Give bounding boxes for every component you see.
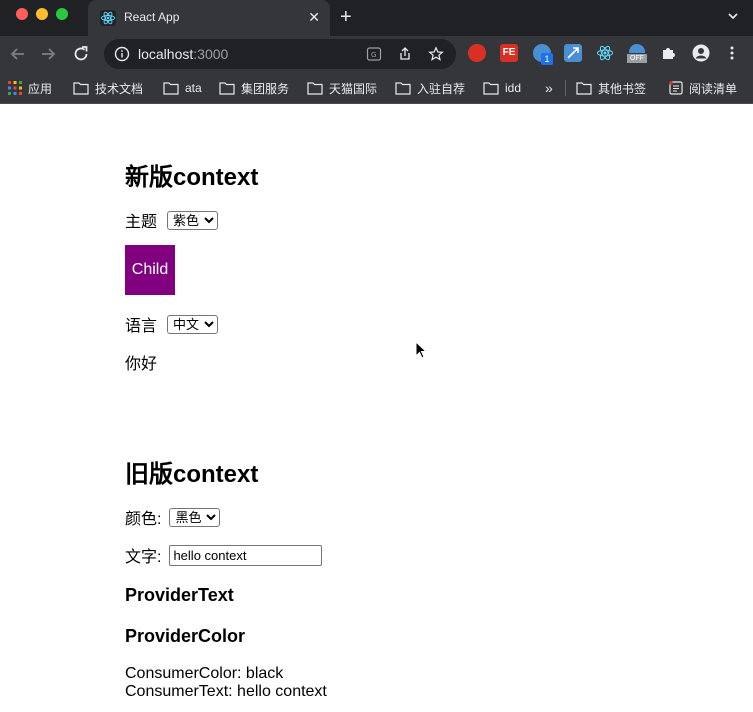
consumer-color-line: ConsumerColor: black xyxy=(125,665,284,682)
bookmarks-divider xyxy=(565,80,566,96)
browser-tab[interactable]: React App ✕ xyxy=(88,0,330,36)
minimize-window-button[interactable] xyxy=(36,8,48,20)
consumer-text-line: ConsumerText: hello context xyxy=(125,683,327,700)
extension-off-label: OFF xyxy=(627,54,647,63)
theme-select[interactable]: 紫色 xyxy=(167,210,219,230)
color-row: 颜色: 黑色 xyxy=(125,505,221,529)
theme-row: 主题 紫色 xyxy=(125,208,219,232)
mouse-cursor-icon xyxy=(415,341,427,359)
extension-off-icon[interactable]: OFF xyxy=(627,44,647,63)
tab-search-chevron-icon[interactable] xyxy=(727,10,739,22)
text-label: 文字: xyxy=(125,549,162,566)
svg-text:G: G xyxy=(371,51,376,59)
theme-label: 主题 xyxy=(125,214,158,231)
child-label: Child xyxy=(131,261,169,278)
url-port: :3000 xyxy=(193,46,229,62)
kebab-menu-icon[interactable] xyxy=(725,44,739,62)
translate-icon[interactable]: G xyxy=(366,46,382,62)
reading-list-button[interactable]: 阅读清单 xyxy=(669,79,737,97)
bookmark-label: 应用 xyxy=(28,81,53,96)
folder-icon xyxy=(576,82,592,95)
tab-close-icon[interactable]: ✕ xyxy=(308,8,320,26)
diagonal-arrow-icon xyxy=(567,47,579,59)
extensions-puzzle-icon[interactable] xyxy=(660,44,678,62)
language-label: 语言 xyxy=(125,318,158,335)
bookmark-label: 其他书签 xyxy=(598,81,647,96)
folder-icon xyxy=(219,82,235,95)
tab-title: React App xyxy=(124,10,180,24)
language-select[interactable]: 中文 xyxy=(167,314,219,334)
bookmark-folder[interactable]: 集团服务 xyxy=(219,79,289,97)
bookmarks-bar: 应用 技术文档 ata 集团服务 天猫国际 入驻自荐 idd » 其他书签 阅读… xyxy=(0,72,753,104)
share-icon[interactable] xyxy=(397,46,413,62)
extension-blue-icon[interactable]: 1 xyxy=(533,44,553,65)
reload-icon[interactable] xyxy=(71,44,91,64)
provider-text-heading: ProviderText xyxy=(125,585,234,605)
address-bar[interactable]: localhost:3000 G xyxy=(104,39,456,69)
bookmark-label: 技术文档 xyxy=(95,81,144,96)
reading-list-icon xyxy=(669,81,683,95)
react-devtools-icon[interactable] xyxy=(596,44,614,62)
text-row: 文字: xyxy=(125,543,323,567)
bookmarks-overflow-button[interactable]: » xyxy=(545,79,553,97)
bookmark-folder[interactable]: ata xyxy=(163,79,202,97)
language-row: 语言 中文 xyxy=(125,312,219,336)
folder-icon xyxy=(163,82,179,95)
url-host: localhost xyxy=(138,46,194,62)
apps-grid-icon xyxy=(8,81,22,95)
greeting-text: 你好 xyxy=(125,356,158,373)
bookmark-folder[interactable]: idd xyxy=(483,79,521,97)
old-context-title: 旧版context xyxy=(125,461,259,488)
bookmark-label: ata xyxy=(185,81,202,95)
provider-color-heading: ProviderColor xyxy=(125,626,246,646)
profile-avatar-icon[interactable] xyxy=(692,44,710,62)
url-text: localhost:3000 xyxy=(138,46,228,62)
folder-icon xyxy=(307,82,323,95)
child-box: Child xyxy=(125,245,175,295)
bookmark-folder-other[interactable]: 其他书签 xyxy=(576,79,646,97)
react-icon xyxy=(100,10,116,26)
bookmark-label: 入驻自荐 xyxy=(417,81,466,96)
bookmark-star-icon[interactable] xyxy=(428,46,444,62)
bookmark-label: 集团服务 xyxy=(241,81,290,96)
bookmark-label: 天猫国际 xyxy=(329,81,378,96)
browser-titlebar: React App ✕ + xyxy=(0,0,753,36)
folder-icon xyxy=(483,82,499,95)
extension-fe-icon[interactable]: FE xyxy=(500,44,518,62)
bookmark-label: idd xyxy=(505,81,522,95)
overflow-chevron-icon: » xyxy=(545,80,553,96)
close-window-button[interactable] xyxy=(16,8,28,20)
forward-arrow-icon[interactable] xyxy=(38,44,58,64)
bookmark-folder[interactable]: 天猫国际 xyxy=(307,79,377,97)
bookmark-folder[interactable]: 技术文档 xyxy=(73,79,143,97)
site-info-icon[interactable] xyxy=(114,46,130,62)
folder-icon xyxy=(395,82,411,95)
bookmark-apps[interactable]: 应用 xyxy=(8,79,52,97)
back-arrow-icon[interactable] xyxy=(8,44,28,64)
color-label: 颜色: xyxy=(125,511,162,528)
maximize-window-button[interactable] xyxy=(56,8,68,20)
extension-red-icon[interactable] xyxy=(468,44,486,62)
new-context-title: 新版context xyxy=(125,164,259,191)
new-tab-icon[interactable]: + xyxy=(340,6,352,28)
color-select[interactable]: 黑色 xyxy=(169,507,221,527)
bookmark-label: 阅读清单 xyxy=(689,81,738,96)
extension-resize-icon[interactable] xyxy=(564,44,582,62)
extension-badge: 1 xyxy=(541,53,553,65)
browser-toolbar: localhost:3000 G FE 1 OFF xyxy=(0,36,753,72)
text-input[interactable] xyxy=(169,544,323,566)
bookmark-folder[interactable]: 入驻自荐 xyxy=(395,79,465,97)
folder-icon xyxy=(73,82,89,95)
